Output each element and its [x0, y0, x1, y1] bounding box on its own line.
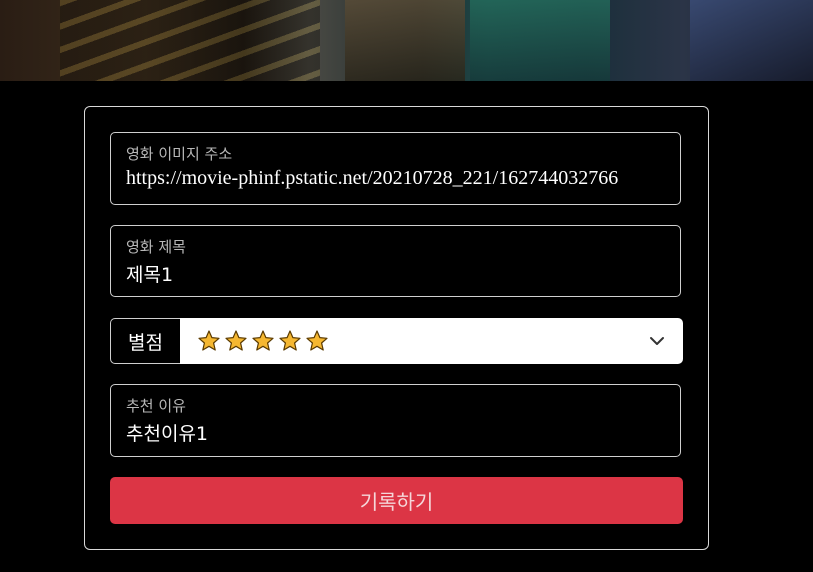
star-icon — [198, 330, 220, 351]
movie-title-field[interactable]: 영화 제목 제목1 — [110, 225, 681, 297]
movie-title-input[interactable]: 제목1 — [126, 260, 671, 287]
image-url-field[interactable]: 영화 이미지 주소 https://movie-phinf.pstatic.ne… — [110, 132, 681, 205]
rating-select[interactable] — [180, 318, 683, 364]
star-icon — [306, 330, 328, 351]
star-icon — [225, 330, 247, 351]
review-form-card: 영화 이미지 주소 https://movie-phinf.pstatic.ne… — [84, 106, 709, 550]
rating-select-group[interactable]: 별점 — [110, 318, 683, 364]
recommend-reason-input[interactable]: 추천이유1 — [126, 419, 671, 446]
rating-stars — [197, 329, 329, 353]
movie-title-label: 영화 제목 — [126, 238, 186, 256]
chevron-down-icon[interactable] — [649, 333, 665, 349]
recommend-reason-label: 추천 이유 — [126, 397, 186, 415]
rating-label: 별점 — [110, 318, 180, 364]
star-icon — [279, 330, 301, 351]
image-url-input[interactable]: https://movie-phinf.pstatic.net/20210728… — [126, 167, 671, 190]
star-icon — [252, 330, 274, 351]
image-url-label: 영화 이미지 주소 — [126, 145, 233, 163]
recommend-reason-field[interactable]: 추천 이유 추천이유1 — [110, 384, 681, 457]
movie-banner-image — [0, 0, 813, 81]
submit-button[interactable]: 기록하기 — [110, 477, 683, 524]
